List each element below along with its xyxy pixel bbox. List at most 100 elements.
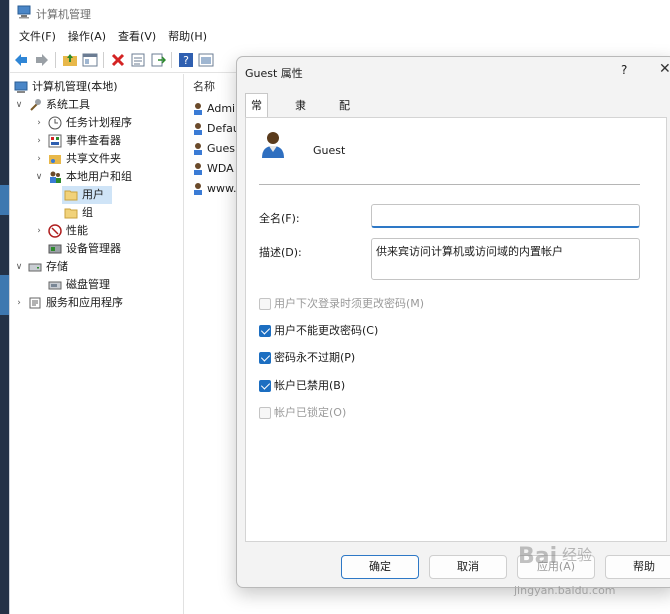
- chevron-right-icon[interactable]: ›: [14, 294, 24, 312]
- folder-icon: [64, 190, 78, 201]
- close-icon[interactable]: ✕: [659, 61, 670, 77]
- help-icon[interactable]: ?: [178, 52, 194, 68]
- svg-text:?: ?: [183, 54, 189, 67]
- checkbox-label: 帐户已禁用(B): [274, 379, 346, 392]
- device-manager-icon: [48, 244, 62, 254]
- menu-action[interactable]: 操作(A): [68, 26, 106, 48]
- delete-icon[interactable]: [110, 52, 126, 68]
- dialog-title: Guest 属性: [245, 67, 303, 80]
- guest-properties-dialog: Guest 属性 ? ✕ 常规 隶属于 配置文件 Guest 全名(F): 描述…: [236, 56, 670, 588]
- tab-member-of[interactable]: 隶属于: [290, 95, 311, 156]
- tree-item-performance[interactable]: › 性能: [34, 222, 182, 240]
- desktop-highlight: [0, 185, 9, 215]
- tree-label: 任务计划程序: [66, 116, 132, 129]
- desktop-edge: [0, 0, 9, 614]
- tree-item-event-viewer[interactable]: › 事件查看器: [34, 132, 182, 150]
- list-item-name: Gues: [207, 142, 235, 155]
- storage-icon: [28, 263, 42, 272]
- window-title: 计算机管理: [36, 8, 91, 21]
- users-icon: [50, 171, 61, 183]
- tree-label: 计算机管理(本地): [32, 80, 118, 93]
- chevron-right-icon[interactable]: ›: [34, 222, 44, 240]
- computer-icon: [14, 81, 28, 93]
- clock-icon: [48, 116, 62, 130]
- tree-label: 系统工具: [46, 98, 90, 111]
- chevron-right-icon[interactable]: ›: [34, 150, 44, 168]
- tree-label: 本地用户和组: [66, 170, 132, 183]
- disk-icon: [48, 281, 62, 290]
- tree-label: 设备管理器: [66, 242, 121, 255]
- tree-item-root[interactable]: 计算机管理(本地): [14, 78, 182, 96]
- title-bar: 计算机管理: [10, 0, 670, 26]
- forward-icon[interactable]: [34, 52, 50, 68]
- tree-item-services-apps[interactable]: › 服务和应用程序: [14, 294, 182, 312]
- computer-management-icon: [17, 5, 31, 19]
- back-icon[interactable]: [13, 52, 29, 68]
- tree-label: 存储: [46, 260, 68, 273]
- ok-button[interactable]: 确定: [341, 555, 419, 579]
- menu-bar: 文件(F) 操作(A) 查看(V) 帮助(H): [10, 26, 670, 46]
- toolbar-separator: [171, 52, 172, 68]
- tree-item-local-users-groups[interactable]: ∨ 本地用户和组: [34, 168, 182, 186]
- console-icon[interactable]: [198, 52, 214, 68]
- chevron-right-icon[interactable]: ›: [34, 114, 44, 132]
- event-log-icon: [48, 134, 62, 148]
- tree-item-shared-folders[interactable]: › 共享文件夹: [34, 150, 182, 168]
- list-item-name: Defau: [207, 122, 240, 135]
- user-icon: [194, 163, 202, 175]
- tree-item-system-tools[interactable]: ∨ 系统工具: [14, 96, 182, 114]
- apply-button[interactable]: 应用(A): [517, 555, 595, 579]
- checkbox-label: 用户不能更改密码(C): [274, 324, 379, 337]
- tree-label: 性能: [66, 224, 88, 237]
- description-label: 描述(D):: [259, 246, 302, 259]
- toolbar-separator: [103, 52, 104, 68]
- tree-label: 事件查看器: [66, 134, 121, 147]
- tree-item-task-scheduler[interactable]: › 任务计划程序: [34, 114, 182, 132]
- desktop-highlight: [0, 275, 9, 315]
- chevron-down-icon[interactable]: ∨: [34, 168, 44, 186]
- checkbox-box: [259, 380, 271, 392]
- full-name-label: 全名(F):: [259, 212, 300, 225]
- tree-item-groups[interactable]: 组: [62, 204, 112, 222]
- menu-help[interactable]: 帮助(H): [168, 26, 207, 48]
- column-header-name[interactable]: 名称: [193, 78, 215, 94]
- chevron-right-icon[interactable]: ›: [34, 132, 44, 150]
- list-item-name: WDA: [207, 162, 234, 175]
- user-icon: [194, 143, 202, 155]
- tree-item-storage[interactable]: ∨ 存储: [14, 258, 182, 276]
- tree-item-users[interactable]: 用户: [62, 186, 112, 204]
- divider: [259, 184, 640, 185]
- export-icon[interactable]: [150, 52, 166, 68]
- checkbox-box: [259, 325, 271, 337]
- chevron-down-icon[interactable]: ∨: [14, 258, 24, 276]
- up-folder-icon[interactable]: [62, 52, 78, 68]
- console-tree: 计算机管理(本地) ∨ 系统工具 › 任务计划程序 › 事件查看器 › 共享文件…: [10, 74, 184, 614]
- show-hide-tree-icon[interactable]: [82, 52, 98, 68]
- tree-item-disk-management[interactable]: 磁盘管理: [34, 276, 182, 294]
- description-field[interactable]: 供来宾访问计算机或访问域的内置帐户: [371, 238, 640, 280]
- menu-view[interactable]: 查看(V): [118, 26, 156, 48]
- folder-icon: [64, 208, 78, 219]
- tree-label: 共享文件夹: [66, 152, 121, 165]
- tab-general[interactable]: 常规: [245, 93, 268, 136]
- cancel-button[interactable]: 取消: [429, 555, 507, 579]
- general-panel: Guest 全名(F): 描述(D): 供来宾访问计算机或访问域的内置帐户 用户…: [245, 117, 667, 542]
- tree-item-device-manager[interactable]: 设备管理器: [34, 240, 182, 258]
- tab-profile[interactable]: 配置文件: [334, 95, 355, 178]
- help-button[interactable]: 帮助: [605, 555, 670, 579]
- checkbox-label: 密码永不过期(P): [274, 351, 356, 364]
- checkbox-box: [259, 352, 271, 364]
- user-icon: [194, 103, 202, 115]
- help-icon[interactable]: ?: [621, 63, 627, 77]
- properties-icon[interactable]: [130, 52, 146, 68]
- tree-label: 用户: [82, 188, 104, 201]
- full-name-field[interactable]: [371, 204, 640, 228]
- tree-label: 服务和应用程序: [46, 296, 123, 309]
- toolbar-separator: [55, 52, 56, 68]
- tree-label: 组: [82, 206, 93, 219]
- performance-icon: [48, 224, 62, 238]
- menu-file[interactable]: 文件(F): [19, 26, 56, 48]
- tree-label: 磁盘管理: [66, 278, 110, 291]
- list-item-name: www.: [207, 182, 237, 195]
- chevron-down-icon[interactable]: ∨: [14, 96, 24, 114]
